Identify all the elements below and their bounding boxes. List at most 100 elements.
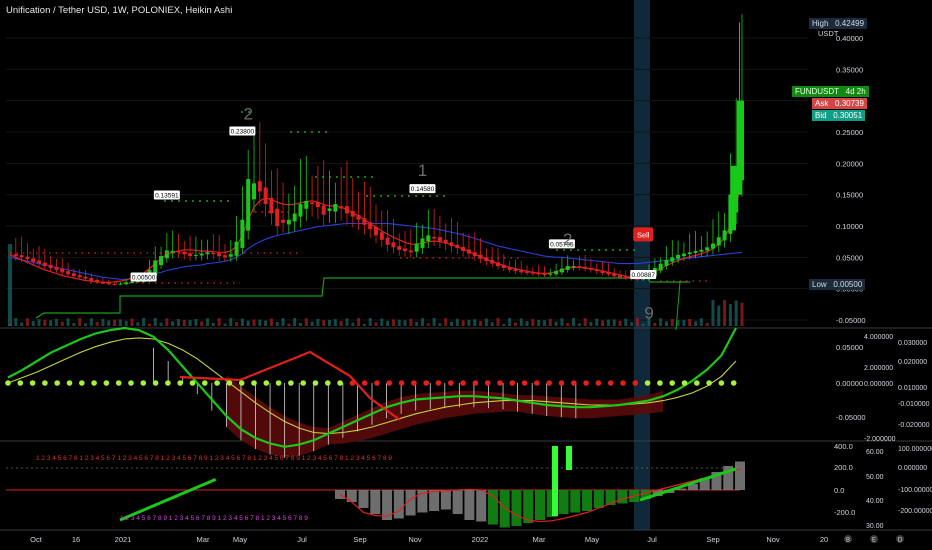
volume-bar xyxy=(351,322,355,326)
candle-body xyxy=(252,183,256,200)
volume-bar xyxy=(659,318,663,326)
low-label: Low xyxy=(812,280,827,289)
volume-bar xyxy=(287,323,291,326)
candle-body xyxy=(426,235,431,242)
chart-canvas: 0.400000.350000.300000.250000.200000.150… xyxy=(0,0,932,544)
volume-bar xyxy=(542,320,546,326)
signal-dot xyxy=(42,380,48,386)
signal-dot xyxy=(558,380,565,386)
volume-bar xyxy=(252,319,256,326)
candle-body xyxy=(513,268,518,272)
signal-dot xyxy=(730,380,737,386)
candle-body xyxy=(112,283,117,285)
counter-tick-mid: 30.00 xyxy=(866,523,884,530)
volume-bar xyxy=(14,318,18,326)
volume-bar xyxy=(450,321,454,326)
signal-dot xyxy=(238,380,245,386)
candle-body xyxy=(234,241,239,256)
volume-bar xyxy=(316,318,320,326)
signal-dot xyxy=(29,380,36,386)
signal-dot xyxy=(398,380,405,386)
counter-histogram-bar xyxy=(735,461,745,490)
candle-body xyxy=(705,247,710,251)
count-label: 2 xyxy=(563,230,572,249)
signal-dot xyxy=(583,380,589,386)
volume-bar xyxy=(502,323,506,326)
candle-body xyxy=(472,252,477,257)
candle-body xyxy=(461,246,466,252)
volume-bar xyxy=(583,318,587,326)
volume-bar xyxy=(641,323,645,326)
volume-bar xyxy=(304,318,308,326)
counter-histogram-bar xyxy=(358,490,369,508)
x-tick-label: Sep xyxy=(353,535,366,544)
volume-bar xyxy=(211,322,215,326)
support-line xyxy=(35,277,690,319)
event-marker-text: D xyxy=(898,538,903,544)
volume-bar xyxy=(182,319,186,326)
x-tick-label: 16 xyxy=(72,535,80,544)
signal-dot xyxy=(361,380,368,386)
candle-body xyxy=(350,210,355,217)
volume-bar xyxy=(223,323,227,326)
volume-bar xyxy=(153,318,157,326)
candle-body xyxy=(731,165,736,231)
candle-body xyxy=(618,275,622,278)
bid-tag: Bid 0.30051 xyxy=(812,110,866,121)
candle-body xyxy=(281,219,286,223)
candle-body xyxy=(432,236,437,239)
candle-body xyxy=(519,270,524,273)
candle-body xyxy=(443,239,448,244)
volume-bar xyxy=(89,318,93,326)
volume-bar xyxy=(403,320,407,326)
osc-tick-mid: 2.000000 xyxy=(864,365,893,372)
candle-body xyxy=(124,282,129,285)
volume-bar xyxy=(240,318,244,326)
signal-dot xyxy=(546,380,552,386)
volume-bar xyxy=(95,321,99,326)
candle-body xyxy=(693,251,698,253)
signal-dot xyxy=(177,380,183,386)
osc-tick-right: 0.030000 xyxy=(898,340,927,347)
ask-label: Ask xyxy=(815,99,829,108)
candle-body xyxy=(130,281,134,284)
candle-body xyxy=(77,275,82,278)
candle-body xyxy=(635,278,640,280)
counter-tick-left: 0.0 xyxy=(834,486,844,495)
y-tick-label: 0.25000 xyxy=(836,128,863,137)
signal-dot xyxy=(288,380,294,386)
candle-body xyxy=(681,253,686,257)
counter-histogram-bar xyxy=(582,490,593,511)
volume-bar xyxy=(275,322,279,326)
volume-bar xyxy=(699,318,703,326)
volume-bar xyxy=(444,318,448,326)
candle-body xyxy=(571,266,576,268)
volume-bar xyxy=(554,321,558,326)
signal-dot xyxy=(115,380,122,386)
volume-bar xyxy=(328,319,332,326)
volume-bar xyxy=(72,323,76,326)
counter-histogram-bar xyxy=(370,490,381,514)
candle-body xyxy=(600,270,605,273)
volume-bar xyxy=(717,305,721,326)
signal-dot xyxy=(300,380,307,386)
volume-bar xyxy=(60,321,64,326)
signal-dot xyxy=(607,380,614,386)
candle-body xyxy=(408,250,413,253)
signal-dot xyxy=(337,380,343,386)
volume-bar xyxy=(635,318,639,326)
counter-histogram-bar xyxy=(393,490,404,519)
candle-body xyxy=(292,213,297,222)
volume-bar xyxy=(142,318,146,326)
x-tick-label: Mar xyxy=(197,535,210,544)
signal-dot xyxy=(534,380,540,386)
candle-body xyxy=(379,232,384,240)
volume-bar xyxy=(130,318,134,326)
ask-tag: Ask 0.30739 xyxy=(812,98,867,109)
candle-body xyxy=(397,246,402,250)
candle-body xyxy=(403,248,408,252)
signal-dot xyxy=(657,380,663,386)
x-tick-label: May xyxy=(585,535,599,544)
counter-sequence-top: 1 2 3 4 5 6 7 8 1 2 3 4 5 6 7 1 2 3 4 5 … xyxy=(36,455,392,462)
volume-bar xyxy=(322,320,326,326)
